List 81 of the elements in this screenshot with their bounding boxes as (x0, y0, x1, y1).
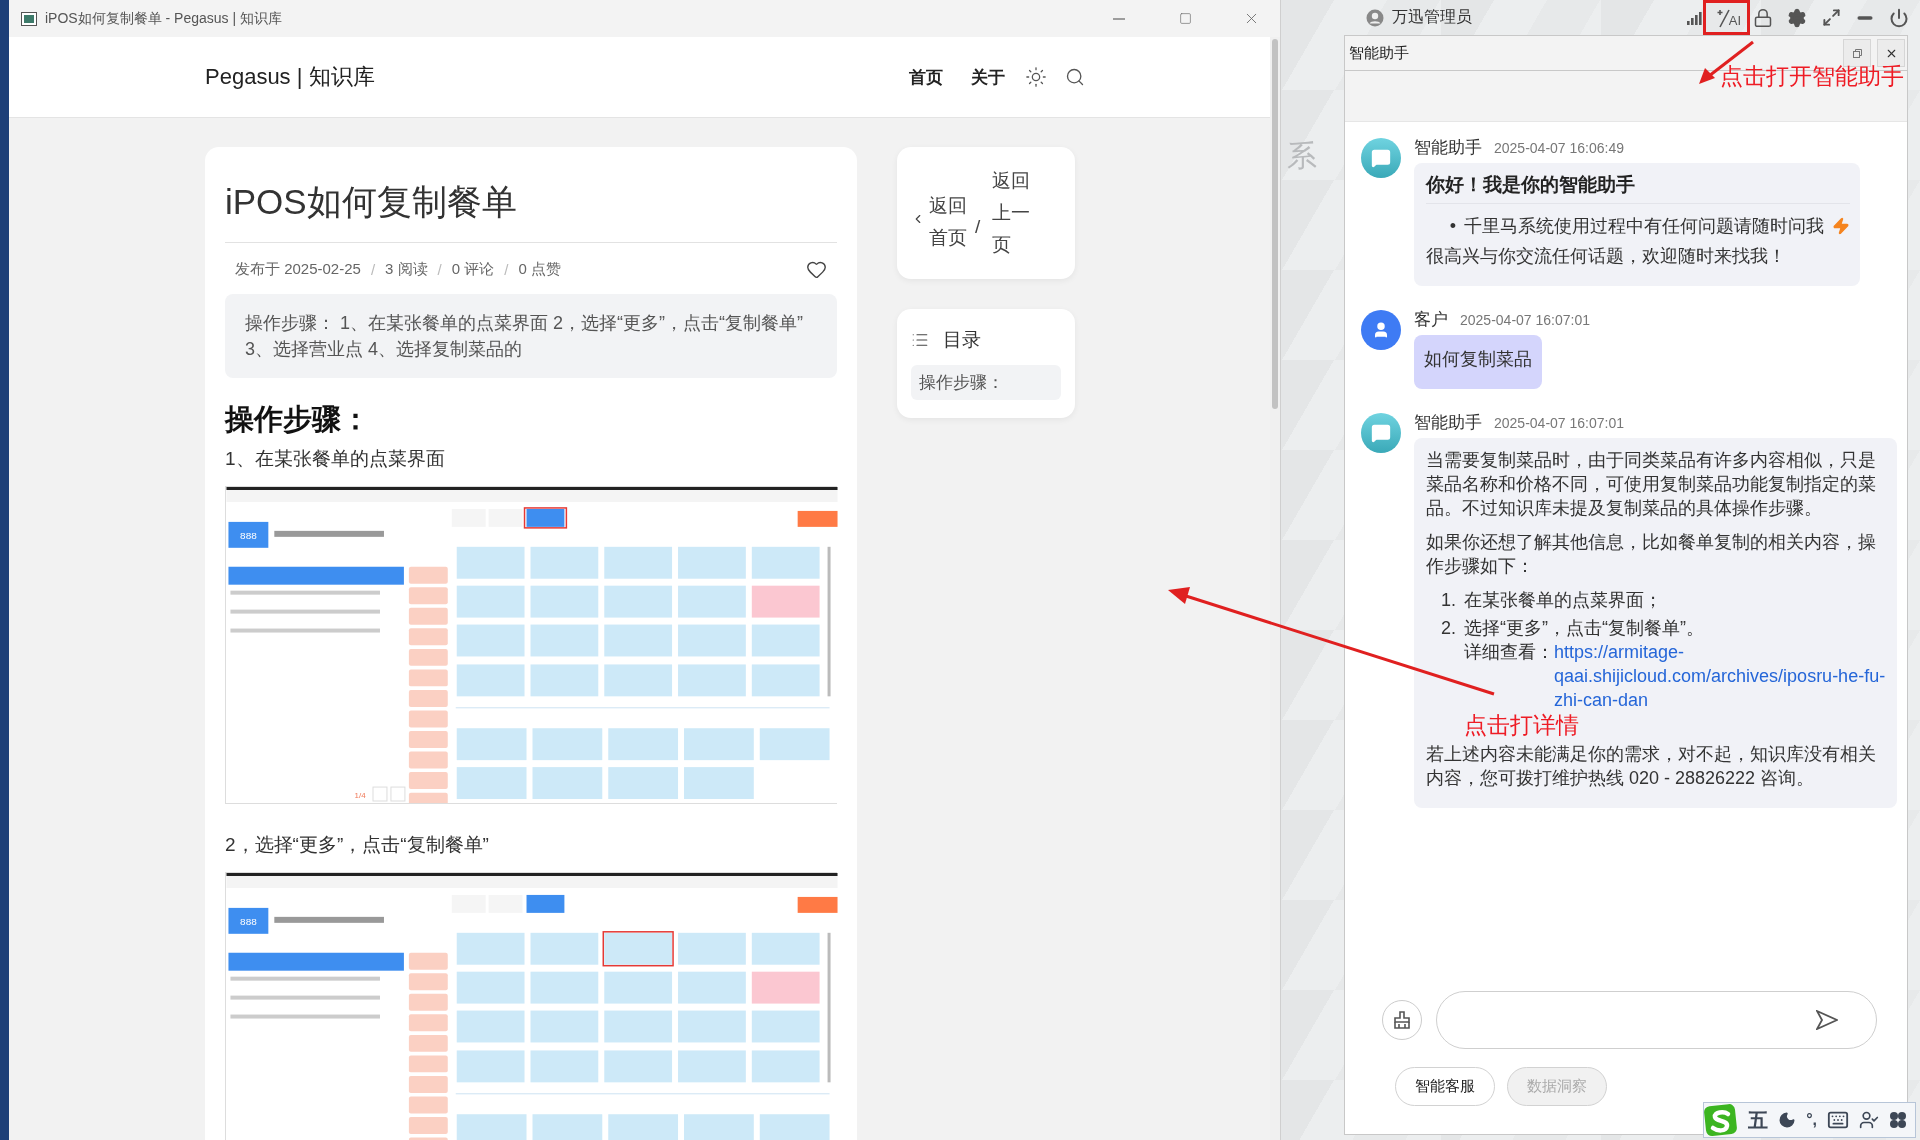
message-bullet: 千里马系统使用过程中有任何问题请随时问我 (1464, 215, 1824, 238)
back-previous-link[interactable]: 返回上一页 (992, 165, 1035, 261)
message-text: 如何复制菜品 (1424, 348, 1532, 371)
list-icon (911, 331, 929, 349)
article-meta: 0 评论 (451, 260, 495, 279)
message-text: 若上述内容未能满足你的需求，对不起，知识库没有相关内容，您可拨打维护热线 020 - 28826222 咨询。 (1426, 743, 1877, 790)
article-title: iPOS如何复制餐单 (225, 179, 837, 243)
message-heading: 你好！我是你的智能助手 (1426, 169, 1850, 204)
article-summary: 操作步骤： 1、在某张餐单的点菜界面 2，选择“更多”，点击“复制餐单” 3、选择营业点 4、选择复制菜品的 (225, 294, 837, 378)
ime-punctuation: °, (1806, 1111, 1817, 1129)
toc-title: 目录 (943, 328, 981, 352)
sender-name: 智能助手 (1414, 412, 1482, 434)
message-text: 很高兴与你交流任何话题，欢迎随时来找我！ (1426, 245, 1787, 268)
like-icon[interactable] (806, 259, 827, 280)
maximize-icon (1178, 12, 1192, 25)
sparkle-slash-icon (1716, 7, 1731, 28)
message-text: 当需要复制菜品时，由于同类菜品有许多内容相似，只是菜品名称和价格不同，可使用复制菜品功能复制指定的菜品。不过知识库未提及复制菜品的具体操作步骤。 (1426, 449, 1877, 520)
chat-bubble-icon (1371, 423, 1391, 443)
sender-name: 智能助手 (1414, 137, 1482, 159)
user-icon[interactable] (1859, 1110, 1879, 1130)
list-item-text: 在某张餐单的点菜界面； (1464, 589, 1662, 612)
article-meta: 0 点赞 (518, 260, 561, 279)
meta-separator: / (370, 261, 376, 278)
broom-icon (1392, 1010, 1412, 1030)
message-time: 2025-04-07 16:06:49 (1494, 140, 1624, 156)
moon-icon[interactable] (1778, 1111, 1797, 1129)
scrollbar-thumb[interactable] (1272, 39, 1278, 409)
detail-label: 详细查看： (1464, 641, 1554, 664)
list-number: 2. (1440, 617, 1456, 640)
sun-icon[interactable] (1025, 66, 1047, 88)
settings-icon[interactable] (1787, 7, 1807, 28)
nav-link[interactable]: 关于 (971, 65, 1005, 89)
user-name: 万迅管理员 (1392, 7, 1473, 27)
link-separator: / (975, 216, 981, 238)
step-text: 1、在某张餐单的点菜界面 (225, 447, 446, 471)
site-brand: Pegasus | 知识库 (205, 63, 376, 91)
annotation-label: 点击打详情 (1464, 712, 1579, 738)
order-number: 888 (240, 529, 257, 541)
minimize-icon (1113, 17, 1125, 20)
list-item-text: 选择“更多”，点击“复制餐单”。 (1464, 617, 1705, 640)
search-icon[interactable] (1065, 67, 1085, 87)
bullet-marker: • (1448, 215, 1456, 238)
order-number: 888 (240, 915, 257, 927)
nav-link[interactable]: 首页 (909, 65, 943, 89)
meta-separator: / (437, 261, 442, 278)
clear-chat-button[interactable] (1382, 1000, 1422, 1040)
ime-mode: 五 (1748, 1107, 1769, 1133)
mode-button[interactable]: 智能客服 (1395, 1067, 1495, 1106)
article-meta: 发布于 2025-02-25 (235, 260, 361, 279)
page-indicator: 1/4 (354, 791, 366, 800)
back-home-link[interactable]: 返回首页 (929, 190, 971, 254)
user-avatar-icon (1366, 8, 1384, 27)
chat-bubble-icon (1371, 148, 1391, 168)
sender-name: 客户 (1414, 309, 1448, 331)
keyboard-icon[interactable] (1827, 1109, 1849, 1131)
person-icon (1372, 321, 1390, 339)
lock-icon[interactable] (1753, 7, 1773, 28)
window-title: iPOS如何复制餐单 - Pegasus | 知识库 (45, 9, 283, 28)
article-meta: 3 阅读 (385, 260, 428, 279)
power-icon[interactable] (1889, 7, 1909, 28)
expand-icon[interactable] (1821, 8, 1841, 27)
signal-icon[interactable] (1687, 10, 1703, 25)
send-icon[interactable] (1816, 1010, 1838, 1030)
toc-item[interactable]: 操作步骤： (911, 365, 1061, 400)
annotation-label: 点击打开智能助手 (1720, 62, 1904, 91)
list-number: 1. (1440, 589, 1456, 612)
detail-link[interactable]: https://armitage-qaai.shijicloud.com/archives/iposru-he-fu-zhi-can-dan (1554, 640, 1887, 712)
step-text: 2，选择“更多”，点击“复制餐单” (225, 833, 490, 857)
message-time: 2025-04-07 16:07:01 (1460, 312, 1590, 328)
restore-button[interactable] (1843, 39, 1871, 67)
message-time: 2025-04-07 16:07:01 (1494, 415, 1624, 431)
annotation-box (1703, 0, 1750, 35)
lightning-icon (1832, 217, 1850, 235)
clover-icon (1889, 1111, 1907, 1129)
ai-assistant-button[interactable]: AI (1712, 1, 1746, 34)
section-heading: 操作步骤： (225, 402, 371, 437)
meta-separator: / (504, 261, 509, 278)
assistant-title: 智能助手 (1349, 43, 1410, 63)
restore-icon (1852, 48, 1862, 58)
browser-app-icon (21, 11, 37, 26)
message-text: 如果你还想了解其他信息，比如餐单复制的相关内容，操作步骤如下： (1426, 531, 1877, 578)
